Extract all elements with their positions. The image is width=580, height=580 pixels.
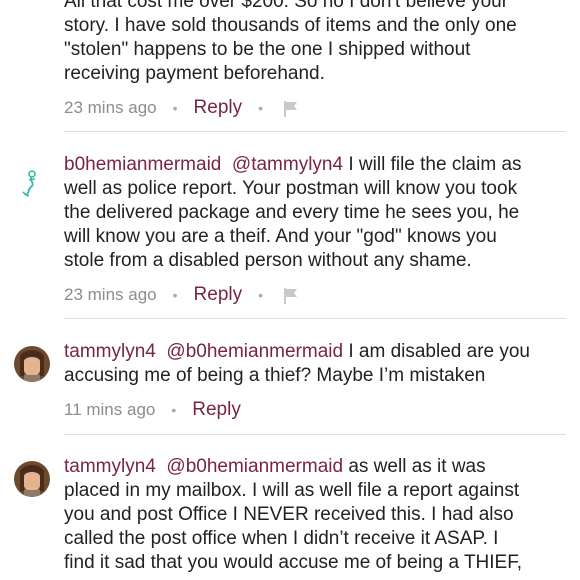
- mermaid-avatar[interactable]: [18, 168, 48, 203]
- comment-line: placed in my mailbox. I will as well fil…: [64, 480, 520, 501]
- separator-dot: •: [172, 100, 178, 116]
- comment-line: called the post office when I didn’t rec…: [64, 528, 499, 549]
- comment-body: tammylyn4 @b0hemianmermaid as well as it…: [64, 455, 569, 575]
- comment-meta: 23 mins ago • Reply •: [64, 284, 301, 306]
- flag-icon[interactable]: [281, 285, 301, 305]
- divider: [64, 434, 566, 435]
- comment-line: story. I have sold thousands of items an…: [64, 15, 517, 36]
- mention-link[interactable]: @tammylyn4: [232, 154, 343, 175]
- comment-line: receiving payment beforehand.: [64, 63, 325, 84]
- reply-link[interactable]: Reply: [194, 97, 243, 119]
- divider: [64, 318, 566, 319]
- comment-body: tammylyn4 @b0hemianmermaid I am disabled…: [64, 340, 569, 388]
- comment-body: All that cost me over $200. So no I don'…: [64, 0, 569, 86]
- comment-first-line: b0hemianmermaid @tammylyn4 I will file t…: [64, 153, 569, 177]
- flag-icon[interactable]: [281, 98, 301, 118]
- separator-dot: •: [172, 287, 178, 303]
- comment-text: as well as it was: [343, 456, 486, 477]
- comment-meta: 11 mins ago • Reply: [64, 399, 241, 421]
- comment-text: I am disabled are you: [343, 341, 531, 362]
- username-link[interactable]: tammylyn4: [64, 456, 156, 477]
- comment-line: find it sad that you would accuse me of …: [64, 552, 523, 573]
- timestamp: 23 mins ago: [64, 285, 157, 304]
- comment-first-line: tammylyn4 @b0hemianmermaid as well as it…: [64, 455, 569, 479]
- comment-first-line: tammylyn4 @b0hemianmermaid I am disabled…: [64, 340, 569, 364]
- timestamp: 23 mins ago: [64, 98, 157, 117]
- comment-line: All that cost me over $200. So no I don'…: [64, 0, 509, 12]
- comment-meta: 23 mins ago • Reply •: [64, 97, 301, 119]
- separator-dot: •: [171, 402, 177, 418]
- comment-line: accusing me of being a thief? Maybe I’m …: [64, 365, 486, 386]
- separator-dot: •: [258, 287, 264, 303]
- comment-line: stole from a disabled person without any…: [64, 250, 472, 271]
- comment-line: well as police report. Your postman will…: [64, 178, 518, 199]
- comment-line: you and post Office I NEVER received thi…: [64, 504, 514, 525]
- comment-line: will know you are a theif. And your "god…: [64, 226, 497, 247]
- comment-line: "stolen" happens to be the one I shipped…: [64, 39, 471, 60]
- comment-body: b0hemianmermaid @tammylyn4 I will file t…: [64, 153, 569, 273]
- avatar[interactable]: [14, 461, 50, 497]
- separator-dot: •: [258, 100, 264, 116]
- reply-link[interactable]: Reply: [192, 399, 241, 421]
- mention-link[interactable]: @b0hemianmermaid: [166, 341, 343, 362]
- username-link[interactable]: tammylyn4: [64, 341, 156, 362]
- comment-line: the delivered package and every time he …: [64, 202, 520, 223]
- mention-link[interactable]: @b0hemianmermaid: [166, 456, 343, 477]
- username-link[interactable]: b0hemianmermaid: [64, 154, 221, 175]
- reply-link[interactable]: Reply: [194, 284, 243, 306]
- timestamp: 11 mins ago: [64, 400, 156, 419]
- comment-text: I will file the claim as: [343, 154, 522, 175]
- divider: [64, 131, 566, 132]
- avatar[interactable]: [14, 346, 50, 382]
